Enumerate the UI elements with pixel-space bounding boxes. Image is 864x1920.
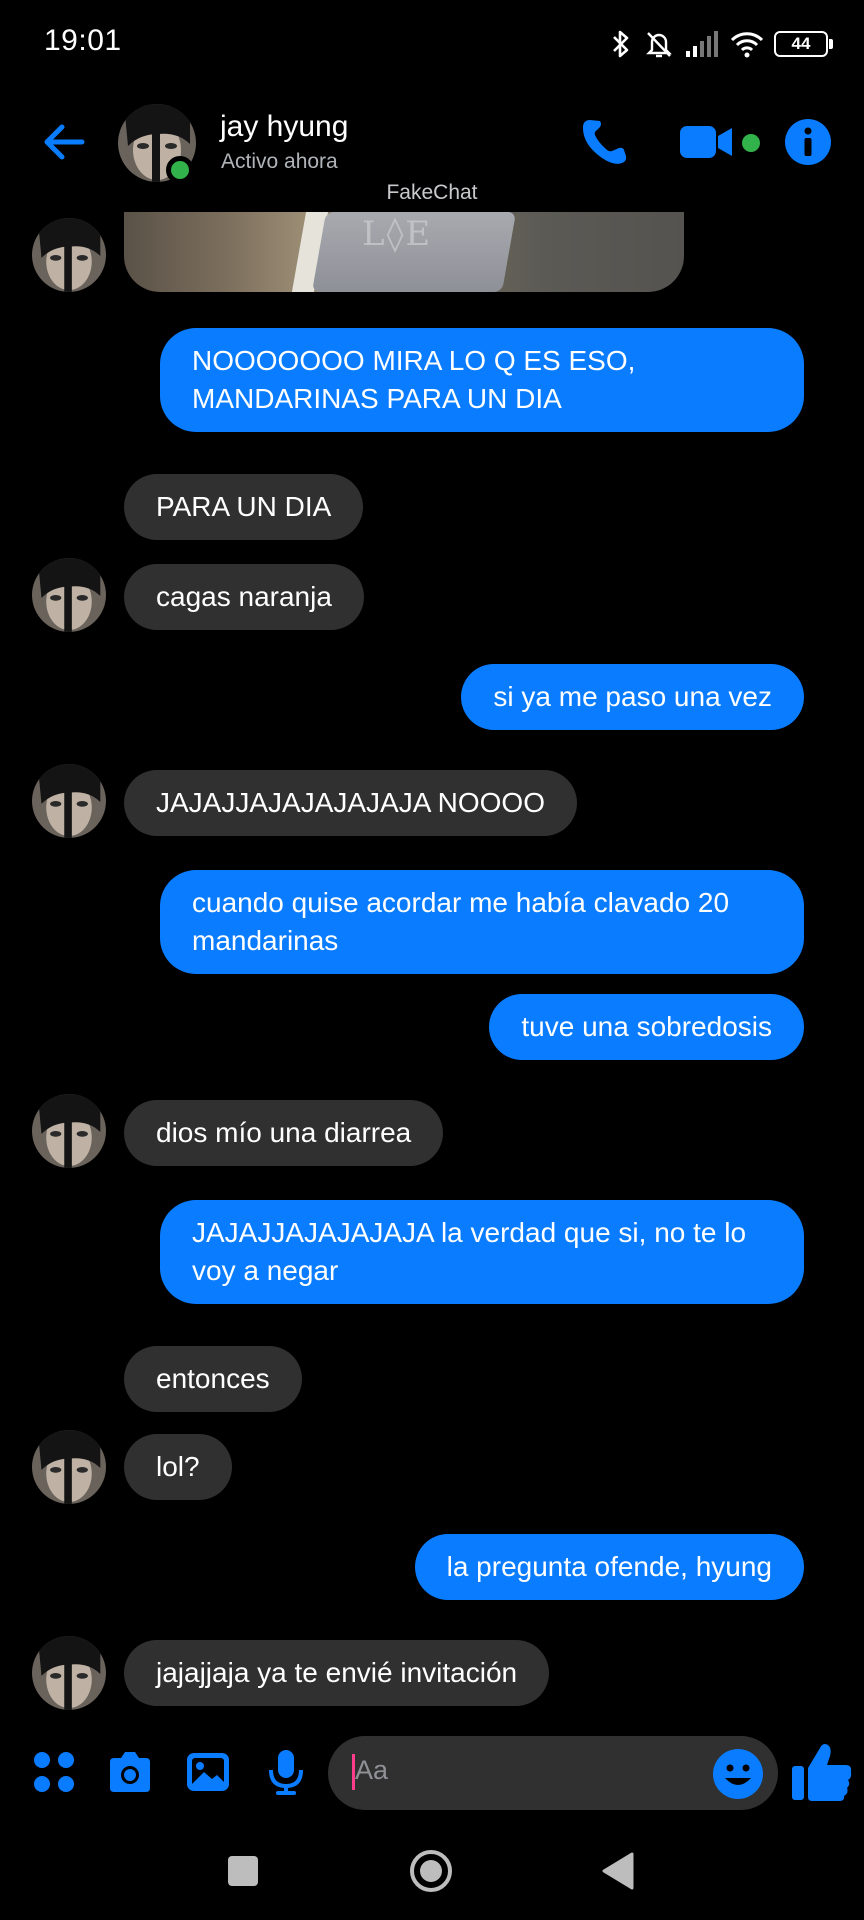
message-sent[interactable]: JAJAJJAJAJAJAJA la verdad que si, no te … [160, 1200, 804, 1304]
message-received[interactable]: cagas naranja [124, 564, 364, 630]
video-online-dot [742, 134, 760, 152]
sender-avatar[interactable] [32, 558, 106, 632]
message-received[interactable]: lol? [124, 1434, 232, 1500]
thumbs-up-icon[interactable] [790, 1740, 854, 1804]
message-input-placeholder: Aa [355, 1755, 389, 1785]
contact-name[interactable]: jay hyung [220, 110, 348, 144]
status-bar: 19:01 44 [0, 0, 864, 86]
sender-avatar[interactable] [32, 764, 106, 838]
mute-bell-icon [646, 32, 672, 58]
home-icon[interactable] [409, 1849, 453, 1893]
message-sent[interactable]: cuando quise acordar me había clavado 20… [160, 870, 804, 974]
sender-avatar[interactable] [32, 1430, 106, 1504]
gallery-icon[interactable] [184, 1748, 232, 1796]
message-sent[interactable]: la pregunta ofende, hyung [414, 1534, 804, 1600]
bluetooth-icon [613, 30, 629, 58]
battery-indicator: 44 [774, 31, 833, 57]
phone-icon[interactable] [578, 116, 630, 168]
message-received[interactable]: dios mío una diarrea [124, 1100, 444, 1166]
message-sent[interactable]: si ya me paso una vez [461, 664, 804, 730]
message-input[interactable] [328, 1736, 778, 1810]
recents-icon[interactable] [228, 1856, 258, 1886]
apps-icon[interactable] [30, 1748, 78, 1796]
message-sent[interactable]: NOOOOOOO MIRA LO Q ES ESO, MANDARINAS PA… [160, 328, 804, 432]
system-icons: 44 [608, 24, 833, 64]
message-sent[interactable]: tuve una sobredosis [489, 994, 804, 1060]
camera-icon[interactable] [106, 1748, 154, 1796]
emoji-icon[interactable] [712, 1748, 764, 1800]
message-received[interactable]: JAJAJJAJAJAJAJAJA NOOOO [124, 770, 577, 836]
info-icon[interactable] [784, 118, 832, 166]
sender-avatar[interactable] [32, 1636, 106, 1710]
back-arrow-icon[interactable] [38, 116, 90, 168]
online-status-dot [166, 156, 194, 184]
sender-avatar[interactable] [32, 218, 106, 292]
video-camera-icon[interactable] [678, 120, 734, 164]
message-received[interactable]: PARA UN DIA [124, 474, 364, 540]
photo-logo: L◊E [362, 214, 433, 254]
signal-icon [686, 31, 718, 57]
contact-status: Activo ahora [221, 150, 338, 173]
sender-avatar[interactable] [32, 1094, 106, 1168]
watermark: FakeChat [386, 181, 478, 204]
message-received[interactable]: jajajjaja ya te envié invitación [124, 1640, 550, 1706]
wifi-icon [730, 32, 764, 58]
microphone-icon[interactable] [262, 1748, 310, 1796]
message-received[interactable]: entonces [124, 1346, 302, 1412]
back-icon[interactable] [600, 1850, 636, 1892]
photo-message[interactable]: L◊E [124, 212, 684, 292]
status-time: 19:01 [44, 24, 122, 57]
